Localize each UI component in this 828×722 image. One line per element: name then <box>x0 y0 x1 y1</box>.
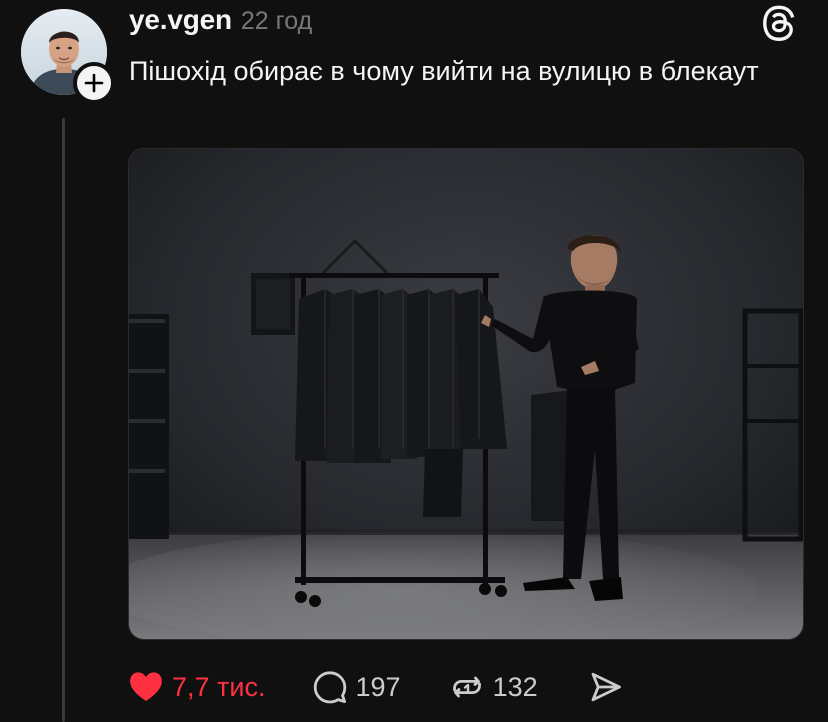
like-count: 7,7 тис. <box>172 671 266 702</box>
comment-bubble-icon <box>313 671 346 704</box>
username[interactable]: ye.vgen <box>129 4 232 36</box>
post-text: Пішохід обирає в чому вийти на вулицю в … <box>129 56 759 86</box>
repost-icon <box>452 676 481 698</box>
heart-icon <box>130 672 162 701</box>
timestamp[interactable]: 22 год <box>241 7 312 36</box>
comment-count: 197 <box>355 671 401 702</box>
post-image[interactable] <box>128 148 804 640</box>
share-button[interactable] <box>588 669 624 705</box>
avatar-container[interactable] <box>21 9 115 104</box>
post-photo <box>129 149 803 639</box>
threads-logo-icon[interactable] <box>760 4 798 42</box>
plus-icon <box>84 73 104 93</box>
thread-line <box>62 118 65 722</box>
repost-button[interactable]: 132 <box>449 669 538 705</box>
post-header: ye.vgen 22 год <box>129 4 312 40</box>
like-button[interactable]: 7,7 тис. <box>128 670 266 704</box>
repost-count: 132 <box>492 671 538 702</box>
send-icon <box>591 672 621 702</box>
comment-button[interactable]: 197 <box>312 669 401 705</box>
post-actions: 7,7 тис. 197 132 <box>128 666 624 708</box>
follow-button[interactable] <box>73 62 115 104</box>
